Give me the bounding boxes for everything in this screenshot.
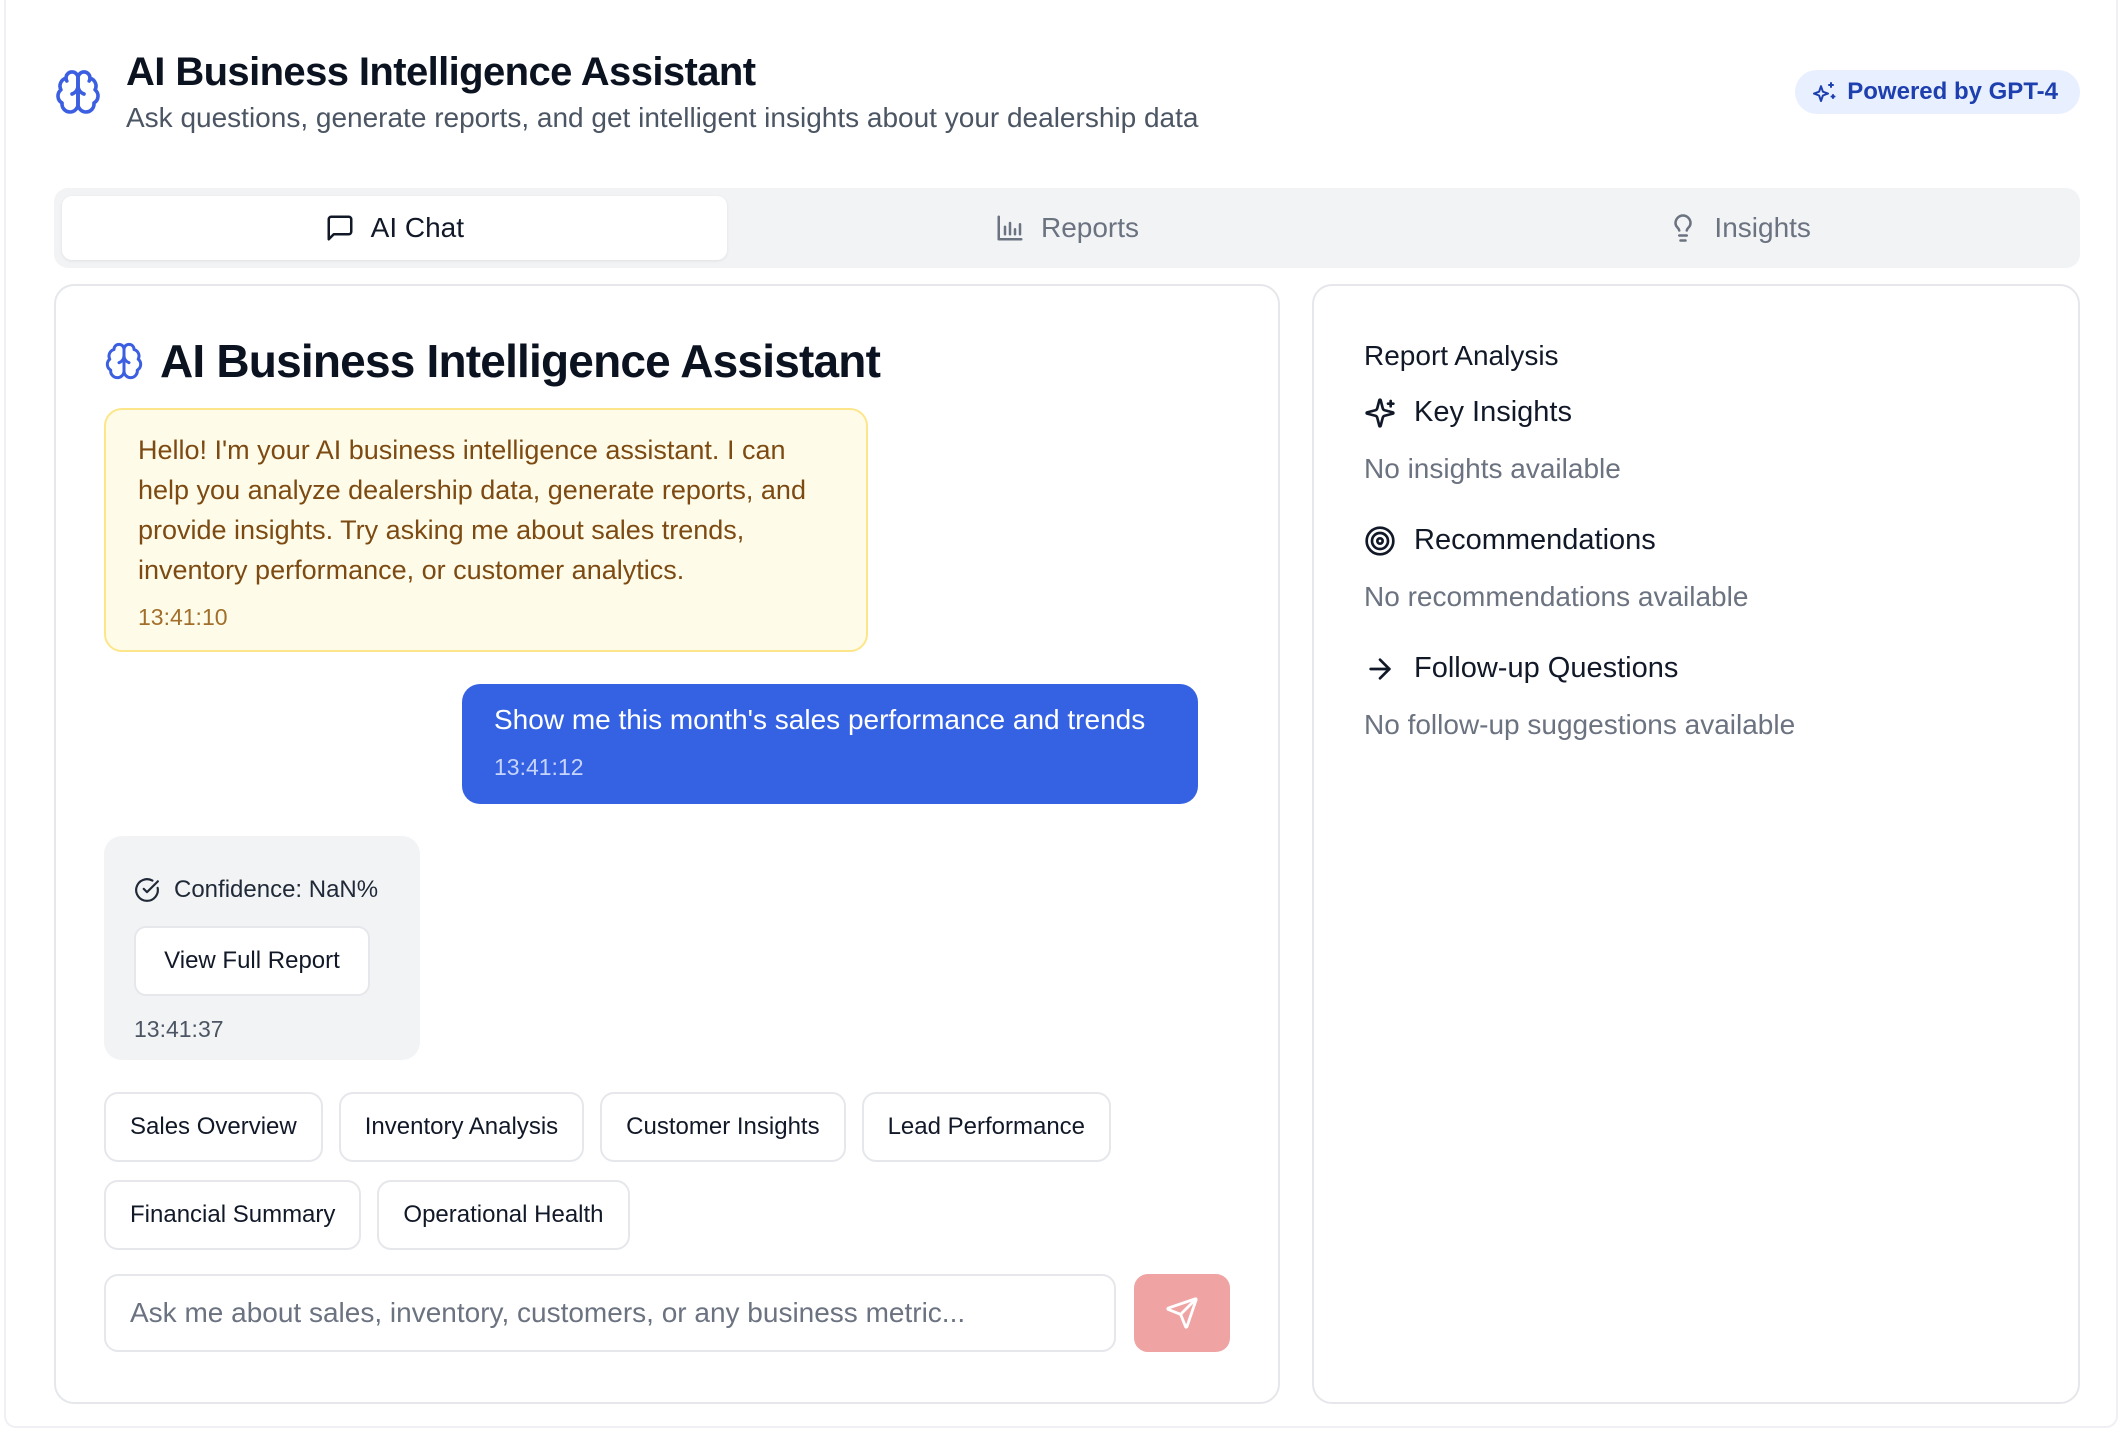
powered-by-badge: Powered by GPT-4	[1795, 70, 2080, 114]
page-subtitle: Ask questions, generate reports, and get…	[126, 102, 1199, 133]
message-text: Show me this month's sales performance a…	[494, 704, 1146, 735]
message-square-icon	[327, 215, 353, 241]
section-heading: Key Insights	[1364, 396, 1621, 429]
report-analysis-panel: Report Analysis Key Insights No insights…	[1312, 284, 2080, 1404]
assistant-message: Hello! I'm your AI business intelligence…	[104, 408, 868, 652]
quick-action-lead-performance[interactable]: Lead Performance	[861, 1092, 1112, 1162]
user-message: Show me this month's sales performance a…	[462, 684, 1198, 804]
send-icon	[1166, 1297, 1198, 1329]
confidence-text: Confidence: NaN%	[174, 876, 379, 903]
tab-insights[interactable]: Insights	[1407, 196, 2072, 260]
sparkles-icon	[1365, 397, 1395, 428]
chat-title: AI Business Intelligence Assistant	[104, 334, 881, 388]
section-title: Key Insights	[1414, 396, 1572, 428]
badge-label: Powered by GPT-4	[1847, 78, 2058, 105]
follow-up-questions-section: Follow-up Questions No follow-up suggest…	[1364, 652, 1795, 741]
key-insights-section: Key Insights No insights available	[1364, 396, 1621, 485]
section-title: Follow-up Questions	[1414, 652, 1679, 684]
section-title: Recommendations	[1414, 524, 1656, 556]
confidence-indicator: Confidence: NaN%	[134, 876, 378, 904]
section-heading: Recommendations	[1364, 524, 1748, 557]
page-title: AI Business Intelligence Assistant	[126, 50, 756, 94]
message-timestamp: 13:41:37	[134, 1016, 224, 1042]
quick-actions: Sales Overview Inventory Analysis Custom…	[104, 1092, 1204, 1268]
quick-action-inventory-analysis[interactable]: Inventory Analysis	[338, 1092, 585, 1162]
message-timestamp: 13:41:12	[494, 754, 584, 780]
quick-action-financial-summary[interactable]: Financial Summary	[104, 1180, 362, 1250]
lightbulb-icon	[1674, 214, 1693, 242]
message-text: Hello! I'm your AI business intelligence…	[138, 435, 806, 585]
check-circle-icon	[135, 878, 159, 902]
bar-chart-icon	[997, 215, 1023, 241]
empty-state-text: No insights available	[1364, 453, 1621, 484]
message-timestamp: 13:41:10	[138, 604, 228, 630]
view-full-report-button[interactable]: View Full Report	[134, 926, 370, 996]
send-button[interactable]	[1134, 1274, 1230, 1352]
chat-panel: AI Business Intelligence Assistant Hello…	[54, 284, 1280, 1404]
assistant-report-message: Confidence: NaN% View Full Report 13:41:…	[104, 836, 420, 1060]
brain-icon	[105, 342, 143, 380]
tab-bar: AI Chat Reports Insights	[54, 188, 2080, 268]
report-analysis-title: Report Analysis	[1364, 340, 1559, 371]
chat-input-wrapper	[104, 1274, 1116, 1352]
tab-ai-chat[interactable]: AI Chat	[62, 196, 727, 260]
sparkles-icon	[1813, 82, 1836, 102]
chat-title-text: AI Business Intelligence Assistant	[160, 335, 881, 387]
page-header: AI Business Intelligence Assistant Ask q…	[54, 50, 2080, 150]
target-icon	[1365, 525, 1395, 556]
empty-state-text: No follow-up suggestions available	[1364, 709, 1796, 740]
tab-label: Insights	[1714, 212, 1811, 243]
arrow-right-icon	[1369, 657, 1391, 680]
recommendations-section: Recommendations No recommendations avail…	[1364, 524, 1748, 613]
brain-icon	[54, 68, 102, 116]
quick-action-operational-health[interactable]: Operational Health	[377, 1180, 630, 1250]
chat-input[interactable]	[106, 1276, 1114, 1350]
tab-label: AI Chat	[370, 212, 465, 243]
empty-state-text: No recommendations available	[1364, 581, 1749, 612]
quick-actions-row: Financial Summary Operational Health	[104, 1180, 1204, 1250]
tab-label: Reports	[1040, 212, 1140, 243]
quick-actions-row: Sales Overview Inventory Analysis Custom…	[104, 1092, 1204, 1162]
tab-reports[interactable]: Reports	[735, 196, 1400, 260]
section-heading: Follow-up Questions	[1364, 652, 1795, 685]
quick-action-customer-insights[interactable]: Customer Insights	[600, 1092, 846, 1162]
quick-action-sales-overview[interactable]: Sales Overview	[104, 1092, 323, 1162]
